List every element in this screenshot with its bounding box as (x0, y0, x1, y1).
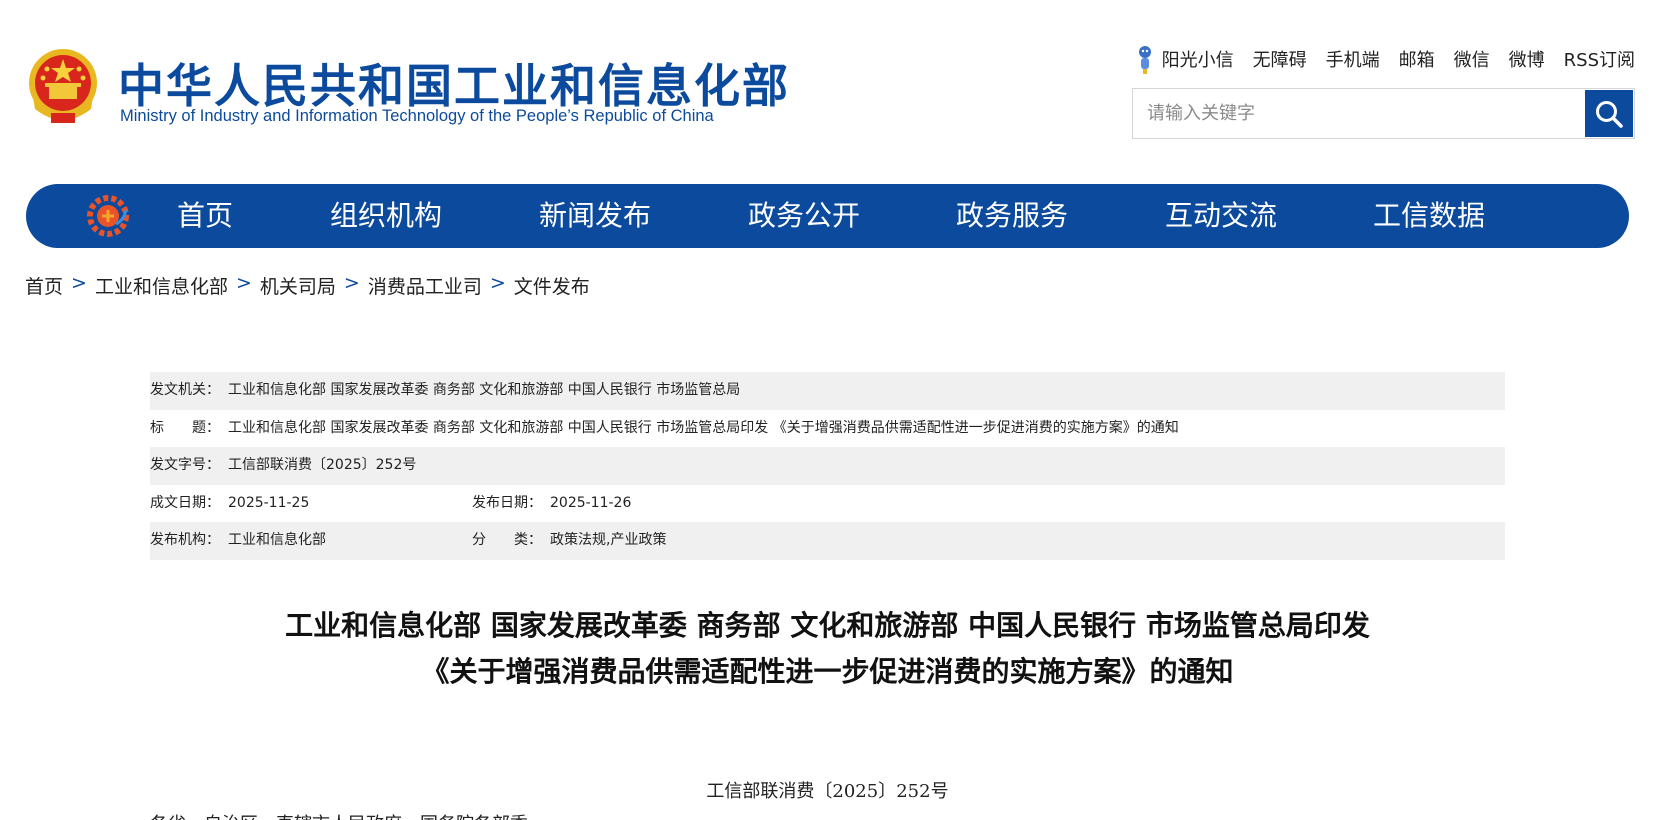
article-doc-number: 工信部联消费〔2025〕252号 (706, 781, 949, 802)
meta-label: 发布机构： (150, 532, 220, 549)
meta-org: 工业和信息化部 (228, 532, 326, 549)
meta-category: 政策法规,产业政策 (550, 532, 667, 549)
breadcrumb: 首页 > 工业和信息化部 > 机关司局 > 消费品工业司 > 文件发布 (25, 272, 590, 299)
article-title-line1: 工业和信息化部 国家发展改革委 商务部 文化和旅游部 中国人民银行 市场监管总局… (285, 609, 1370, 642)
meta-label: 标 题： (150, 419, 220, 436)
meta-docno: 工信部联消费〔2025〕252号 (228, 457, 417, 474)
meta-row-issuer: 发文机关： 工业和信息化部 国家发展改革委 商务部 文化和旅游部 中国人民银行 … (150, 372, 1505, 410)
main-nav: 首页 组织机构 新闻发布 政务公开 政务服务 互动交流 工信数据 (26, 184, 1629, 248)
meta-title: 工业和信息化部 国家发展改革委 商务部 文化和旅游部 中国人民银行 市场监管总局… (228, 419, 1179, 436)
nav-home[interactable]: 首页 (177, 184, 233, 248)
breadcrumb-separator: > (235, 272, 252, 294)
meta-label: 发文字号： (150, 457, 220, 474)
toplink-accessibility[interactable]: 无障碍 (1253, 46, 1307, 72)
breadcrumb-separator: > (489, 272, 506, 294)
toplink-weibo[interactable]: 微博 (1509, 46, 1545, 72)
breadcrumb-miit[interactable]: 工业和信息化部 (95, 272, 228, 299)
breadcrumb-home[interactable]: 首页 (25, 272, 63, 299)
meta-row-dates: 成文日期： 2025-11-25 发布日期： 2025-11-26 (150, 485, 1505, 523)
breadcrumb-departments[interactable]: 机关司局 (260, 272, 336, 299)
meta-label: 发布日期： (472, 494, 542, 511)
breadcrumb-documents[interactable]: 文件发布 (514, 272, 590, 299)
meta-label: 成文日期： (150, 494, 220, 511)
nav-data[interactable]: 工信数据 (1373, 184, 1485, 248)
miit-gear-logo[interactable] (86, 194, 130, 238)
sunshine-mascot-icon (1138, 46, 1151, 74)
toplink-label: 阳光小信 (1161, 50, 1234, 71)
meta-label: 分 类： (472, 532, 542, 549)
search-button[interactable] (1585, 90, 1633, 137)
site-subtitle: Ministry of Industry and Information Tec… (120, 107, 714, 125)
nav-news[interactable]: 新闻发布 (539, 184, 651, 248)
nav-organization[interactable]: 组织机构 (330, 184, 442, 248)
top-links: 阳光小信 无障碍 手机端 邮箱 微信 微博 RSS订阅 (1115, 44, 1635, 74)
search-input[interactable] (1133, 89, 1579, 138)
article-title-line2: 《关于增强消费品供需适配性进一步促进消费的实施方案》的通知 (421, 655, 1234, 688)
toplink-mobile[interactable]: 手机端 (1326, 46, 1380, 72)
meta-label: 发文机关： (150, 382, 220, 398)
nav-government-services[interactable]: 政务服务 (956, 184, 1068, 248)
document-meta-table: 发文机关： 工业和信息化部 国家发展改革委 商务部 文化和旅游部 中国人民银行 … (150, 372, 1505, 560)
search-icon (1596, 100, 1623, 128)
article-body-first-line: 各省、自治区、直辖市人民政府，国务院各部委 (150, 810, 528, 820)
meta-written-date: 2025-11-25 (228, 494, 310, 511)
toplink-mail[interactable]: 邮箱 (1399, 46, 1435, 72)
breadcrumb-consumer-goods[interactable]: 消费品工业司 (368, 272, 482, 299)
toplink-rss[interactable]: RSS订阅 (1564, 46, 1635, 72)
national-emblem (29, 49, 97, 123)
nav-interaction[interactable]: 互动交流 (1165, 184, 1277, 248)
nav-government-affairs[interactable]: 政务公开 (748, 184, 860, 248)
meta-row-docno: 发文字号： 工信部联消费〔2025〕252号 (150, 447, 1505, 485)
breadcrumb-separator: > (71, 272, 87, 294)
toplink-sunshine[interactable]: 阳光小信 (1134, 44, 1234, 74)
meta-row-org: 发布机构： 工业和信息化部 分 类： 政策法规,产业政策 (150, 522, 1505, 560)
toplink-wechat[interactable]: 微信 (1454, 46, 1490, 72)
search-box (1132, 88, 1635, 139)
meta-published-date: 2025-11-26 (550, 494, 632, 511)
meta-row-title: 标 题： 工业和信息化部 国家发展改革委 商务部 文化和旅游部 中国人民银行 市… (150, 410, 1505, 448)
breadcrumb-separator: > (343, 272, 360, 294)
meta-issuer: 工业和信息化部 国家发展改革委 商务部 文化和旅游部 中国人民银行 市场监管总局 (228, 382, 741, 398)
